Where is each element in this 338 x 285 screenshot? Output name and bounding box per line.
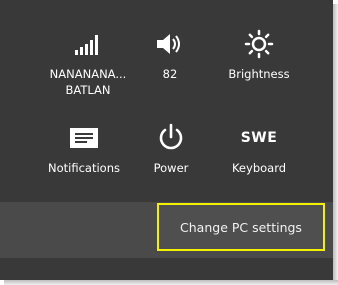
volume-tile[interactable]: 82 bbox=[122, 24, 218, 82]
keyboard-language-code: SWE bbox=[240, 130, 278, 146]
keyboard-tile[interactable]: SWE Keyboard bbox=[211, 118, 307, 176]
brightness-tile[interactable]: Brightness bbox=[211, 24, 307, 82]
power-tile[interactable]: Power bbox=[123, 118, 219, 176]
volume-label: 82 bbox=[162, 67, 178, 81]
notifications-tile[interactable]: Notifications bbox=[36, 118, 132, 176]
keyboard-language-icon: SWE bbox=[211, 118, 307, 158]
power-icon bbox=[123, 118, 219, 158]
change-pc-settings-button[interactable]: Change PC settings bbox=[157, 203, 325, 251]
panel-right-shadow bbox=[333, 4, 338, 285]
brightness-label: Brightness bbox=[228, 67, 290, 81]
keyboard-label: Keyboard bbox=[231, 161, 287, 175]
panel-bottom-shadow bbox=[4, 280, 338, 285]
sun-brightness-icon bbox=[211, 24, 307, 64]
power-label: Power bbox=[153, 161, 189, 175]
speaker-volume-icon bbox=[122, 24, 218, 64]
notifications-icon bbox=[36, 118, 132, 158]
notifications-label: Notifications bbox=[48, 161, 120, 175]
